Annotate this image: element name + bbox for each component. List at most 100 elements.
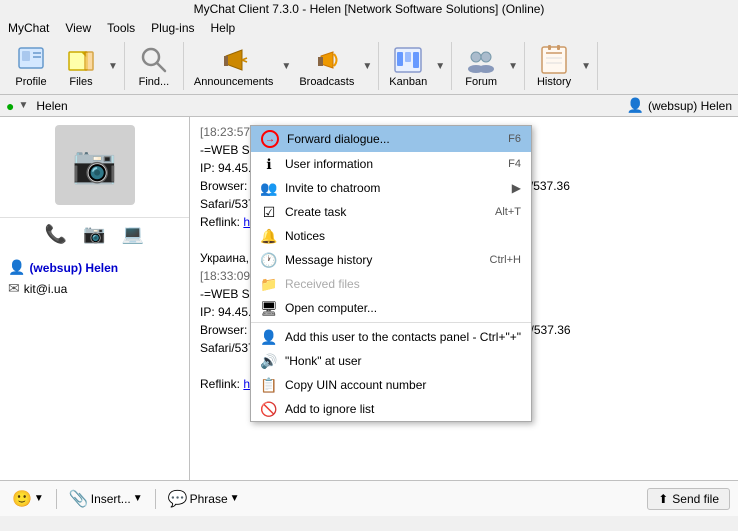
menu-help[interactable]: Help (207, 20, 240, 36)
ctx-invite-chatroom[interactable]: 👥 Invite to chatroom ▶ (251, 176, 531, 200)
ctx-task-label: Create task (285, 205, 346, 219)
toolbar-files-label: Files (69, 76, 92, 88)
online-indicator: ● (6, 98, 14, 114)
ctx-copy-uin-label: Copy UIN account number (285, 378, 426, 392)
contact-name: (websup) Helen (29, 261, 118, 275)
history-icon (538, 44, 570, 76)
contact-info: 👤 (websup) Helen ✉ kit@i.ua (0, 251, 189, 305)
copy-icon: 📋 (261, 377, 277, 393)
toolbar-files-dropdown[interactable]: ▼ (106, 59, 120, 74)
toolbar-profile-label: Profile (15, 76, 46, 88)
contact-name-row: 👤 (websup) Helen (8, 257, 181, 278)
toolbar-kanban-label: Kanban (389, 76, 427, 88)
menu-mychat[interactable]: MyChat (4, 20, 53, 36)
toolbar-find-btn[interactable]: Find... (129, 42, 179, 90)
ctx-msg-history-label: Message history (285, 253, 372, 267)
toolbar-history-label: History (537, 76, 571, 88)
toolbar-find-label: Find... (139, 76, 170, 88)
main-area: 📷 📞 📷 💻 👤 (websup) Helen ✉ kit@i.ua [18:… (0, 117, 738, 480)
contact-email-icon: ✉ (8, 280, 20, 297)
input-sep1 (56, 489, 57, 509)
toolbar-announcements-dropdown[interactable]: ▼ (279, 59, 293, 74)
desktop-btn[interactable]: 💻 (122, 224, 144, 245)
paperclip-icon: 📎 (69, 489, 89, 509)
ctx-copy-uin[interactable]: 📋 Copy UIN account number (251, 373, 531, 397)
toolbar-forum-dropdown[interactable]: ▼ (506, 59, 520, 74)
files-icon (65, 44, 97, 76)
menu-view[interactable]: View (61, 20, 95, 36)
ctx-open-computer[interactable]: 🖥 Open computer... (251, 296, 531, 320)
ctx-forward-shortcut: F6 (508, 133, 521, 145)
send-icon: ⬆ (658, 492, 668, 506)
toolbar-find-group: Find... (125, 42, 184, 90)
kanban-icon (392, 44, 424, 76)
ctx-honk[interactable]: 🔊 "Honk" at user (251, 349, 531, 373)
ctx-notices[interactable]: 🔔 Notices (251, 224, 531, 248)
phrase-dropdown[interactable]: ▼ (230, 493, 240, 504)
phrase-btn[interactable]: 💬 Phrase ▼ (164, 487, 244, 511)
toolbar-broadcasts-btn[interactable]: Broadcasts (293, 42, 360, 90)
status-username: Helen (36, 99, 67, 113)
toolbar-forum-label: Forum (465, 76, 497, 88)
ctx-add-contact-label: Add this user to the contacts panel - Ct… (285, 330, 521, 344)
phrase-icon: 💬 (168, 489, 188, 509)
camera-icon: 📷 (72, 144, 117, 186)
ctx-user-info[interactable]: ℹ User information F4 (251, 152, 531, 176)
toolbar-profile-group: Profile Files ▼ (2, 42, 125, 90)
honk-icon: 🔊 (261, 353, 277, 369)
ctx-honk-label: "Honk" at user (285, 354, 362, 368)
toolbar-files-btn[interactable]: Files (56, 42, 106, 90)
forward-icon: → (261, 130, 279, 148)
ctx-message-history[interactable]: 🕐 Message history Ctrl+H (251, 248, 531, 272)
ctx-received-files: 📁 Received files (251, 272, 531, 296)
insert-btn[interactable]: 📎 Insert... ▼ (65, 487, 147, 511)
ctx-add-ignore[interactable]: 🚫 Add to ignore list (251, 397, 531, 421)
ctx-open-computer-label: Open computer... (285, 301, 377, 315)
toolbar-broadcasts-dropdown[interactable]: ▼ (360, 59, 374, 74)
toolbar-history-btn[interactable]: History (529, 42, 579, 90)
toolbar-kanban-btn[interactable]: Kanban (383, 42, 433, 90)
status-right-user: (websup) Helen (648, 99, 732, 113)
ctx-add-ignore-label: Add to ignore list (285, 402, 374, 416)
ctx-forward-dialogue[interactable]: → Forward dialogue... F6 (251, 126, 531, 152)
toolbar-announce-group: Announcements ▼ Broadcasts ▼ (184, 42, 379, 90)
status-right: 👤 (websup) Helen (627, 97, 732, 114)
toolbar-forum-btn[interactable]: Forum (456, 42, 506, 90)
context-menu: → Forward dialogue... F6 ℹ User informat… (250, 125, 532, 422)
emoji-icon: 🙂 (12, 489, 32, 509)
emoji-btn[interactable]: 🙂 ▼ (8, 487, 48, 511)
ctx-invite-arrow: ▶ (512, 181, 521, 195)
avatar-area: 📷 (0, 117, 189, 218)
menu-plugins[interactable]: Plug-ins (147, 20, 198, 36)
forum-icon (465, 44, 497, 76)
chat-input-bar: 🙂 ▼ 📎 Insert... ▼ 💬 Phrase ▼ ⬆ Send file (0, 480, 738, 516)
context-menu-overlay: → Forward dialogue... F6 ℹ User informat… (190, 117, 738, 480)
toolbar-forum-group: Forum ▼ (452, 42, 525, 90)
video-btn[interactable]: 📷 (83, 224, 105, 245)
toolbar-kanban-dropdown[interactable]: ▼ (433, 59, 447, 74)
toolbar-kanban-group: Kanban ▼ (379, 42, 452, 90)
user-icon: 👤 (627, 97, 644, 114)
send-file-btn[interactable]: ⬆ Send file (647, 488, 730, 510)
toolbar-announcements-btn[interactable]: Announcements (188, 42, 280, 90)
status-dropdown[interactable]: ▼ (18, 100, 28, 111)
chatroom-icon: 👥 (261, 180, 277, 196)
avatar: 📷 (55, 125, 135, 205)
status-bar: ● ▼ Helen 👤 (websup) Helen (0, 95, 738, 117)
insert-dropdown[interactable]: ▼ (133, 493, 143, 504)
menu-tools[interactable]: Tools (103, 20, 139, 36)
send-label: Send file (672, 492, 719, 506)
ctx-separator (251, 322, 531, 323)
add-contact-icon: 👤 (261, 329, 277, 345)
insert-label: Insert... (91, 492, 131, 506)
ctx-create-task[interactable]: ☑ Create task Alt+T (251, 200, 531, 224)
toolbar-history-group: History ▼ (525, 42, 598, 90)
toolbar-history-dropdown[interactable]: ▼ (579, 59, 593, 74)
call-btn[interactable]: 📞 (45, 224, 67, 245)
ctx-add-contact[interactable]: 👤 Add this user to the contacts panel - … (251, 325, 531, 349)
computer-icon: 🖥 (261, 300, 277, 316)
find-icon (138, 44, 170, 76)
toolbar-profile-btn[interactable]: Profile (6, 42, 56, 90)
phrase-label: Phrase (190, 492, 228, 506)
emoji-dropdown[interactable]: ▼ (34, 493, 44, 504)
